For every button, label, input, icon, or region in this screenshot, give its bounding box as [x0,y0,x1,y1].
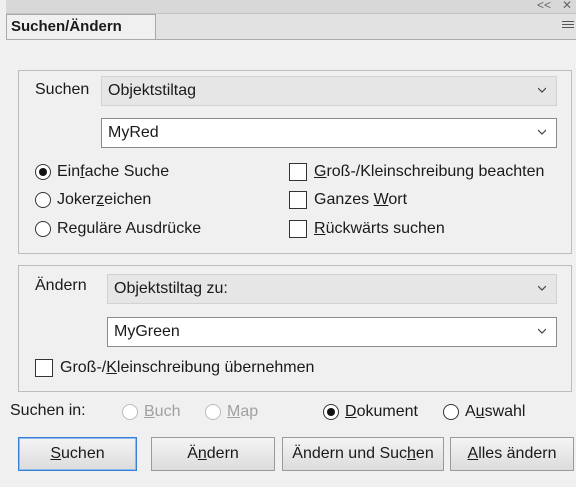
radio-scope-map-label: Map [227,403,259,420]
search-value-combo[interactable]: MyRed [101,118,557,148]
search-label: Suchen [35,81,90,98]
replace-group: Ändern Objektstiltag zu: MyGreen Groß-/K… [18,265,572,392]
checkbox-case-sensitive-label: Groß-/Kleinschreibung beachten [314,163,545,180]
checkbox-preserve-case[interactable]: Groß-/Kleinschreibung übernehmen [35,357,314,379]
radio-scope-document[interactable]: Dokument [323,401,418,423]
search-mode-select[interactable]: Objektstiltag [101,76,557,106]
checkbox-backwards-label: Rückwärts suchen [314,220,445,237]
radio-scope-book: Buch [122,401,180,423]
radio-indicator[interactable] [35,221,51,237]
radio-scope-book-label: Buch [144,403,181,420]
radio-regex[interactable]: Reguläre Ausdrücke [35,218,201,240]
search-value: MyRed [108,124,159,141]
close-icon[interactable]: ✕ [562,0,572,12]
replace-mode-value: Objektstiltag zu: [114,280,228,297]
checkbox-backwards[interactable]: Rückwärts suchen [289,218,445,240]
radio-scope-selection-label: Auswahl [465,403,526,420]
replace-value: MyGreen [114,323,180,340]
radio-scope-selection[interactable]: Auswahl [443,401,525,423]
tab-find-change[interactable]: Suchen/Ändern [6,14,156,39]
radio-simple-search-label: Einfache Suche [57,163,170,180]
panel-menu-icon[interactable] [562,21,574,31]
chevron-down-icon [538,129,546,135]
chevron-down-icon [538,87,546,93]
radio-scope-document-label: Dokument [345,403,418,420]
checkbox-preserve-case-label: Groß-/Kleinschreibung übernehmen [60,359,315,376]
radio-indicator[interactable] [35,164,51,180]
scope-label: Suchen in: [10,402,86,419]
replace-button[interactable]: Ändern [151,437,275,471]
checkbox-whole-word[interactable]: Ganzes Wort [289,189,407,211]
replace-and-search-button[interactable]: Ändern und Suchen [282,437,444,471]
chevron-down-icon [538,285,546,291]
radio-indicator [122,404,138,420]
radio-simple-search[interactable]: Einfache Suche [35,161,169,183]
radio-indicator [205,404,221,420]
checkbox-case-sensitive[interactable]: Groß-/Kleinschreibung beachten [289,161,544,183]
checkbox-indicator[interactable] [289,163,307,181]
radio-scope-map: Map [205,401,258,423]
radio-wildcard-label: Jokerzeichen [57,191,152,208]
tab-bar: Suchen/Ändern [6,14,576,40]
radio-indicator[interactable] [35,192,51,208]
panel-title-strip: << ✕ [6,0,576,14]
radio-wildcard[interactable]: Jokerzeichen [35,189,151,211]
radio-indicator[interactable] [323,404,339,420]
checkbox-indicator[interactable] [289,191,307,209]
replace-mode-select[interactable]: Objektstiltag zu: [107,274,557,304]
search-button[interactable]: Suchen [18,437,137,471]
search-group: Suchen Objektstiltag MyRed Einfache Such… [18,70,572,254]
search-mode-value: Objektstiltag [108,82,197,99]
replace-value-combo[interactable]: MyGreen [107,317,557,347]
checkbox-indicator[interactable] [35,359,53,377]
collapse-icon[interactable]: << [537,0,551,12]
find-change-panel: << ✕ Suchen/Ändern Suchen Objektstiltag … [0,0,576,487]
checkbox-whole-word-label: Ganzes Wort [314,191,408,208]
replace-label: Ändern [35,277,87,294]
checkbox-indicator[interactable] [289,220,307,238]
radio-regex-label: Reguläre Ausdrücke [57,220,202,237]
replace-all-button[interactable]: Alles ändern [450,437,574,471]
radio-indicator[interactable] [443,404,459,420]
chevron-down-icon [538,328,546,334]
